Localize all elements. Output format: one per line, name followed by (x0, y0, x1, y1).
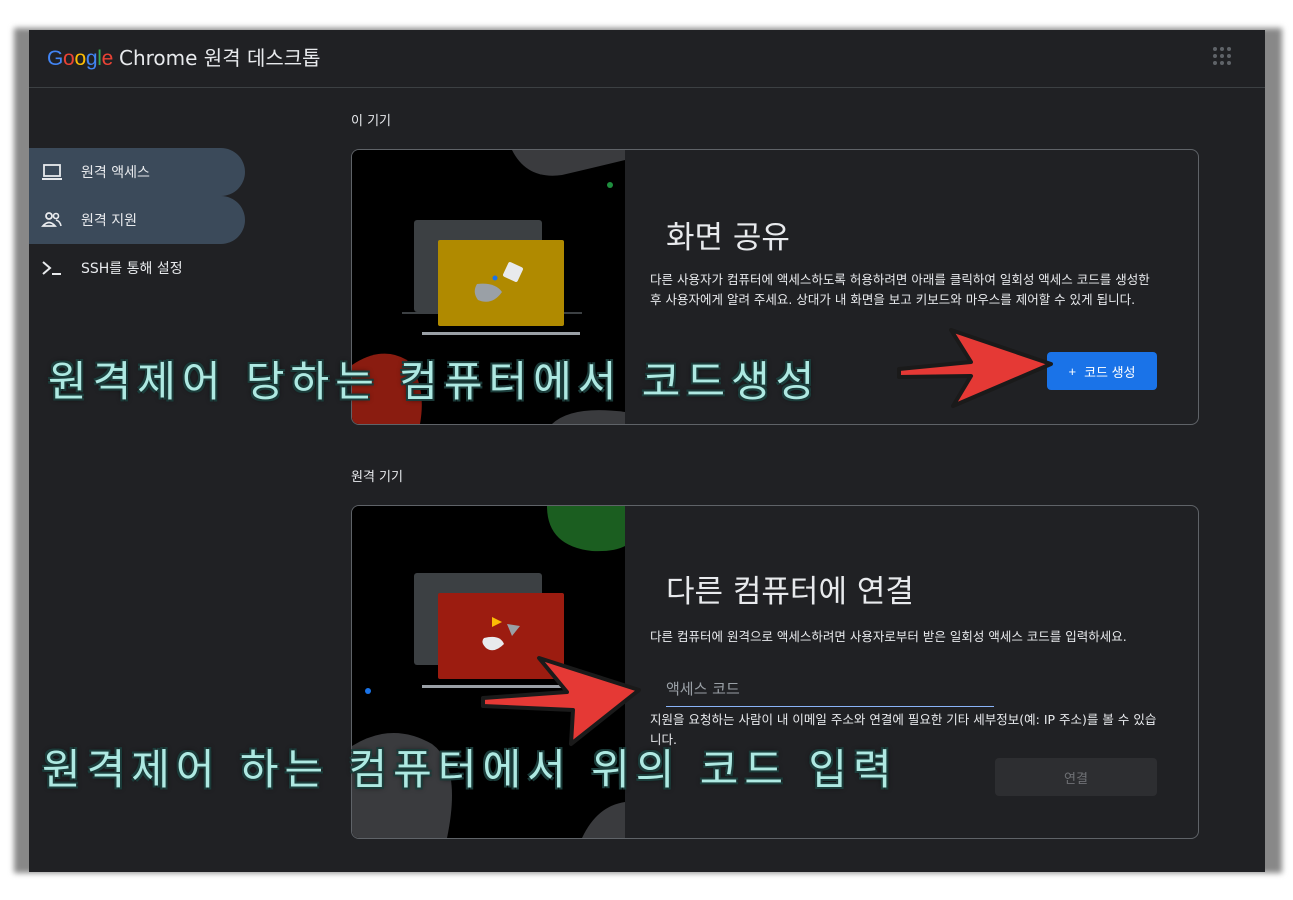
sidebar-item-remote-support[interactable]: 원격 지원 (29, 196, 245, 244)
annotation-bottom-text: 원격제어 하는 컴퓨터에서 위의 코드 입력 (42, 745, 898, 794)
plus-icon: + (1068, 363, 1077, 379)
sidebar-item-remote-access[interactable]: 원격 액세스 (29, 148, 245, 196)
generate-code-label: 코드 생성 (1084, 364, 1136, 380)
connect-card-description: 다른 컴퓨터에 원격으로 액세스하려면 사용자로부터 받은 일회성 액세스 코드… (650, 629, 1127, 644)
section-title-remote-device: 원격 기기 (351, 470, 403, 485)
access-code-placeholder: 액세스 코드 (666, 680, 740, 698)
people-icon (41, 212, 62, 227)
product-name: Chrome 원격 데스크톱 (118, 46, 321, 70)
share-card-description: 다른 사용자가 컴퓨터에 액세스하도록 허용하려면 아래를 클릭하여 일회성 액… (650, 272, 1150, 307)
laptop-icon (42, 164, 62, 180)
connect-button[interactable]: 연결 (995, 758, 1157, 796)
google-wordmark: Google (47, 47, 113, 70)
annotation-top-text: 원격제어 당하는 컴퓨터에서 코드생성 (48, 357, 821, 406)
terminal-icon (42, 261, 61, 275)
section-title-this-device: 이 기기 (351, 114, 392, 129)
sidebar-item-ssh-setup[interactable]: SSH를 통해 설정 (29, 244, 245, 292)
generate-code-button[interactable]: + 코드 생성 (1047, 352, 1157, 390)
share-card-title: 화면 공유 (666, 220, 790, 256)
connect-card-title: 다른 컴퓨터에 연결 (666, 574, 914, 610)
sidebar-item-label: 원격 지원 (81, 213, 137, 229)
sidebar-item-label: SSH를 통해 설정 (81, 261, 183, 277)
top-bar: Google Chrome 원격 데스크톱 (29, 30, 1265, 88)
sidebar-item-label: 원격 액세스 (81, 165, 150, 181)
access-code-input[interactable]: 액세스 코드 (666, 678, 994, 707)
arrow-to-generate-code-icon (897, 328, 1053, 408)
arrow-to-access-code-icon (481, 656, 641, 746)
app-logo[interactable]: Google Chrome 원격 데스크톱 (47, 42, 321, 71)
apps-grid-icon[interactable] (1213, 47, 1231, 65)
